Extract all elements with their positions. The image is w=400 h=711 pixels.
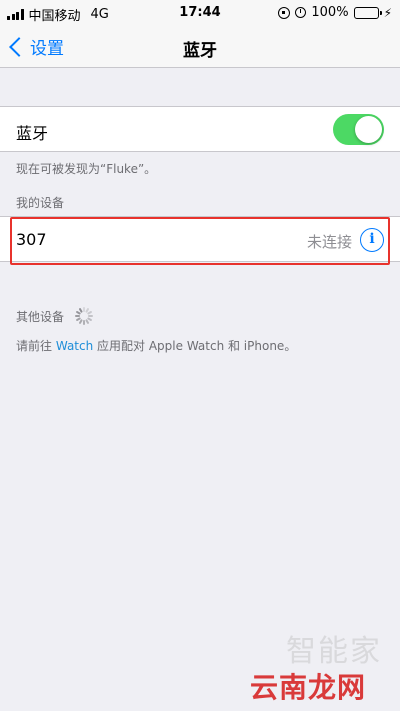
alarm-icon	[295, 7, 307, 18]
discoverable-text: 现在可被发现为“Fluke”。	[16, 162, 157, 176]
toggle-knob	[355, 116, 382, 143]
watch-app-link[interactable]: Watch	[56, 339, 93, 353]
spinner-spoke	[83, 320, 86, 325]
device-status: 未连接	[306, 233, 352, 251]
navigation-bar: 设置 蓝牙	[0, 26, 400, 68]
watermark-top: 智能家	[286, 634, 382, 669]
my-devices-header: 我的设备	[16, 196, 65, 210]
loading-spinner-icon	[74, 306, 94, 326]
status-bar: 中国移动 4G 17:44 100% ⚡	[0, 0, 400, 26]
page-title: 蓝牙	[183, 41, 217, 61]
battery-icon	[353, 6, 382, 19]
charging-icon: ⚡	[383, 5, 392, 20]
device-cell[interactable]: 307 未连接 i	[0, 216, 400, 262]
bluetooth-toggle[interactable]	[333, 114, 384, 145]
rotation-lock-icon	[278, 6, 291, 19]
watermark-bottom: 云南龙网	[249, 671, 366, 704]
bluetooth-toggle-cell: 蓝牙	[0, 106, 400, 152]
pairing-hint-prefix: 请前往	[16, 339, 53, 353]
pairing-hint: 请前往 Watch 应用配对 Apple Watch 和 iPhone。	[16, 337, 296, 354]
pairing-hint-suffix: 应用配对 Apple Watch 和 iPhone。	[97, 339, 297, 353]
other-devices-row: 其他设备	[16, 306, 94, 326]
status-right: 100% ⚡	[278, 5, 392, 20]
info-icon[interactable]: i	[360, 228, 384, 252]
spinner-spoke	[75, 315, 81, 317]
device-name: 307	[16, 230, 47, 249]
bluetooth-label: 蓝牙	[16, 124, 49, 143]
battery-percent: 100%	[311, 5, 349, 20]
other-devices-header: 其他设备	[16, 309, 65, 324]
